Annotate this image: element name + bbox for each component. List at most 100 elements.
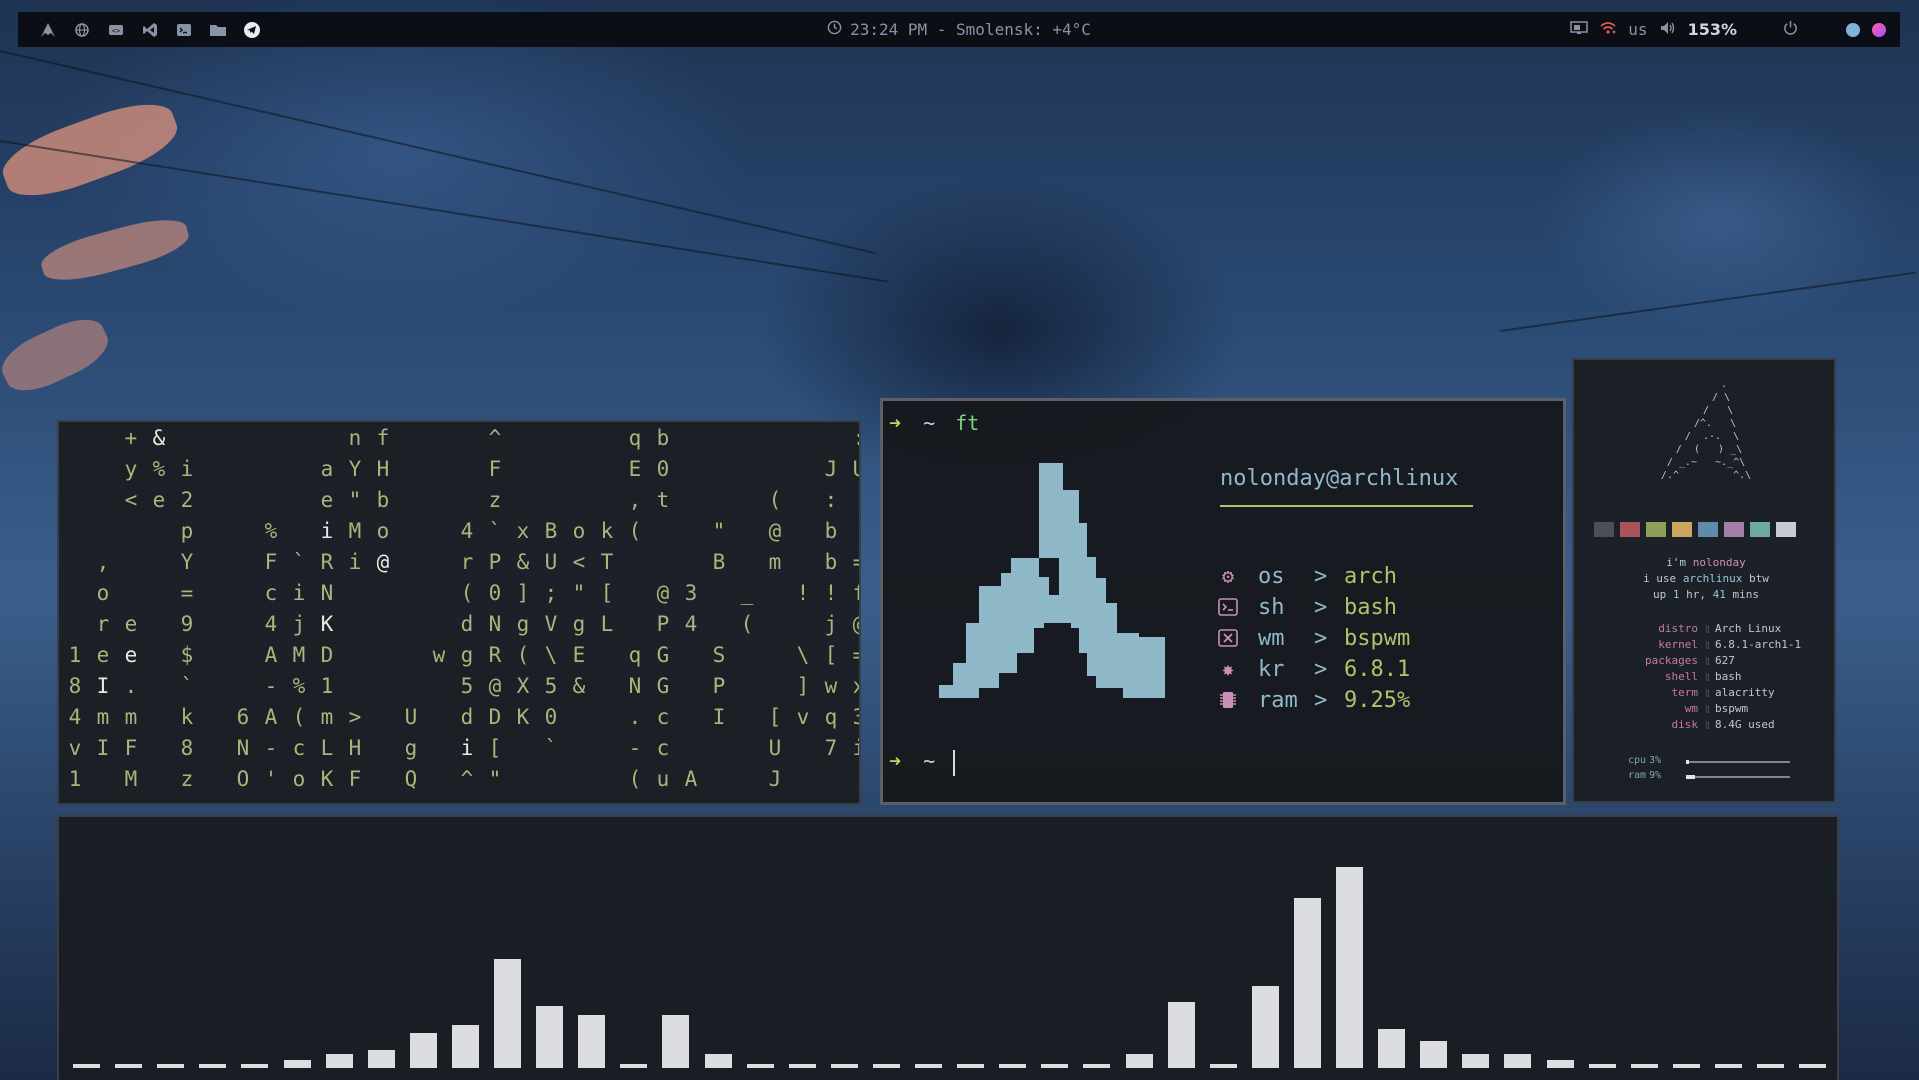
matrix-char: o xyxy=(292,767,306,791)
detail-row-wm: wm ▯ bspwm xyxy=(1574,702,1838,717)
visualizer-bar xyxy=(1630,1064,1658,1068)
globe-blue-icon[interactable] xyxy=(1846,22,1860,37)
visualizer-bar xyxy=(1588,1064,1616,1068)
terminal-window[interactable]: ➜ ~ ft nolonday@archlinux ⚙ os > arch sh… xyxy=(880,398,1566,805)
info-key: ram xyxy=(1258,687,1298,713)
visualizer-bar xyxy=(73,1064,100,1068)
matrix-char: b xyxy=(656,426,670,450)
meter-percent: 3% xyxy=(1649,755,1662,766)
volume-level[interactable]: 153% xyxy=(1688,20,1737,39)
avatar-icon[interactable] xyxy=(1872,22,1886,37)
info-row-sh: sh > bash xyxy=(1216,592,1397,622)
matrix-char: < xyxy=(124,488,138,512)
prompt-arrow: ➜ xyxy=(889,411,902,435)
matrix-char: ( xyxy=(516,643,530,667)
info-value: arch xyxy=(1344,563,1397,589)
greeting-prefix: i'm xyxy=(1666,556,1693,569)
matrix-char: $ xyxy=(180,643,194,667)
matrix-char: 1 xyxy=(320,674,334,698)
terminal-icon[interactable] xyxy=(174,20,194,40)
matrix-char: K xyxy=(516,705,530,729)
matrix-char: F xyxy=(124,736,138,760)
visualizer-bar xyxy=(1672,1064,1700,1068)
matrix-char: [ xyxy=(488,736,502,760)
gear-icon: ⚙ xyxy=(1221,564,1235,588)
matrix-row: 1ee$AMDwgR(\EqGS\[= xyxy=(61,643,859,673)
matrix-char: f xyxy=(845,581,859,605)
matrix-char: , xyxy=(96,550,110,574)
matrix-char: " xyxy=(488,767,502,791)
matrix-char: 4 xyxy=(460,519,474,543)
matrix-char: 1 xyxy=(68,767,82,791)
matrix-char: 9 xyxy=(180,612,194,636)
matrix-char: [ xyxy=(600,581,614,605)
matrix-char: @ xyxy=(656,581,670,605)
visualizer-bar xyxy=(1462,1054,1490,1068)
globe-icon[interactable] xyxy=(72,20,92,40)
matrix-char: Q xyxy=(404,767,418,791)
matrix-char: , xyxy=(628,488,642,512)
arch-logo-icon[interactable] xyxy=(38,20,58,40)
matrix-char: o xyxy=(96,581,110,605)
matrix-char: q xyxy=(628,643,642,667)
info-key: wm xyxy=(1258,625,1285,651)
matrix-char: R xyxy=(488,643,502,667)
uptime-suffix: mins xyxy=(1725,588,1759,601)
monitor-icon[interactable] xyxy=(1570,20,1589,39)
matrix-char: 1 xyxy=(68,643,82,667)
visualizer-bar xyxy=(915,1064,942,1068)
matrix-char: e xyxy=(152,488,166,512)
matrix-char: b xyxy=(824,519,838,543)
matrix-char: g xyxy=(572,612,586,636)
matrix-char: . xyxy=(124,674,138,698)
matrix-char: g xyxy=(404,736,418,760)
detail-key: term xyxy=(1671,686,1699,699)
btw-suffix: btw xyxy=(1742,572,1769,585)
matrix-char: A xyxy=(264,705,278,729)
matrix-char: i xyxy=(320,519,334,543)
matrix-char: 7 xyxy=(824,736,838,760)
visualizer-bar xyxy=(1125,1054,1153,1068)
meter-track xyxy=(1686,760,1790,764)
info-value: 6.8.1 xyxy=(1344,656,1411,682)
color-swatch xyxy=(1724,522,1744,537)
matrix-row: p%iMo4`xBok("@b/0 xyxy=(61,519,859,549)
matrix-char: j xyxy=(292,612,306,636)
folder-icon[interactable] xyxy=(208,20,228,40)
wifi-icon[interactable] xyxy=(1600,20,1616,39)
info-key: os xyxy=(1258,563,1285,589)
detail-key: kernel xyxy=(1658,638,1698,651)
info-value: bspwm xyxy=(1344,625,1411,651)
matrix-char: r xyxy=(460,550,474,574)
info-key: kr xyxy=(1258,656,1285,682)
matrix-char: c xyxy=(264,581,278,605)
detail-key: wm xyxy=(1684,702,1698,715)
visualizer-bar xyxy=(1167,1002,1195,1068)
color-swatch xyxy=(1698,522,1718,537)
matrix-char: N xyxy=(628,674,642,698)
matrix-char: n xyxy=(348,426,362,450)
meter-fill xyxy=(1686,760,1689,764)
matrix-rain-panel: +&nf^qb:mscy%iaYHFE0JUy7Q<e2e"bz,t(:6Ip%… xyxy=(57,420,861,805)
detail-key: disk xyxy=(1671,718,1699,731)
power-icon[interactable] xyxy=(1783,20,1798,39)
visualizer-bar xyxy=(157,1064,185,1068)
telegram-icon[interactable] xyxy=(242,20,262,40)
matrix-char: i xyxy=(180,457,194,481)
wallpaper-branch xyxy=(37,211,193,289)
keyboard-layout[interactable]: us xyxy=(1628,20,1647,39)
visualizer-bar xyxy=(662,1015,690,1068)
matrix-char: ] xyxy=(516,581,530,605)
matrix-char: : xyxy=(824,488,838,512)
visualizer-bar xyxy=(578,1015,606,1068)
matrix-char: & xyxy=(152,426,166,450)
active-prompt-line[interactable]: ➜ ~ xyxy=(889,749,956,776)
vscode-icon[interactable] xyxy=(140,20,160,40)
visualizer-bar xyxy=(283,1060,311,1068)
volume-icon[interactable] xyxy=(1660,20,1676,39)
matrix-char: ^ xyxy=(460,767,474,791)
code-icon[interactable]: <> xyxy=(106,20,126,40)
matrix-char: O xyxy=(236,767,250,791)
chip-icon xyxy=(1216,689,1240,711)
matrix-char: & xyxy=(516,550,530,574)
